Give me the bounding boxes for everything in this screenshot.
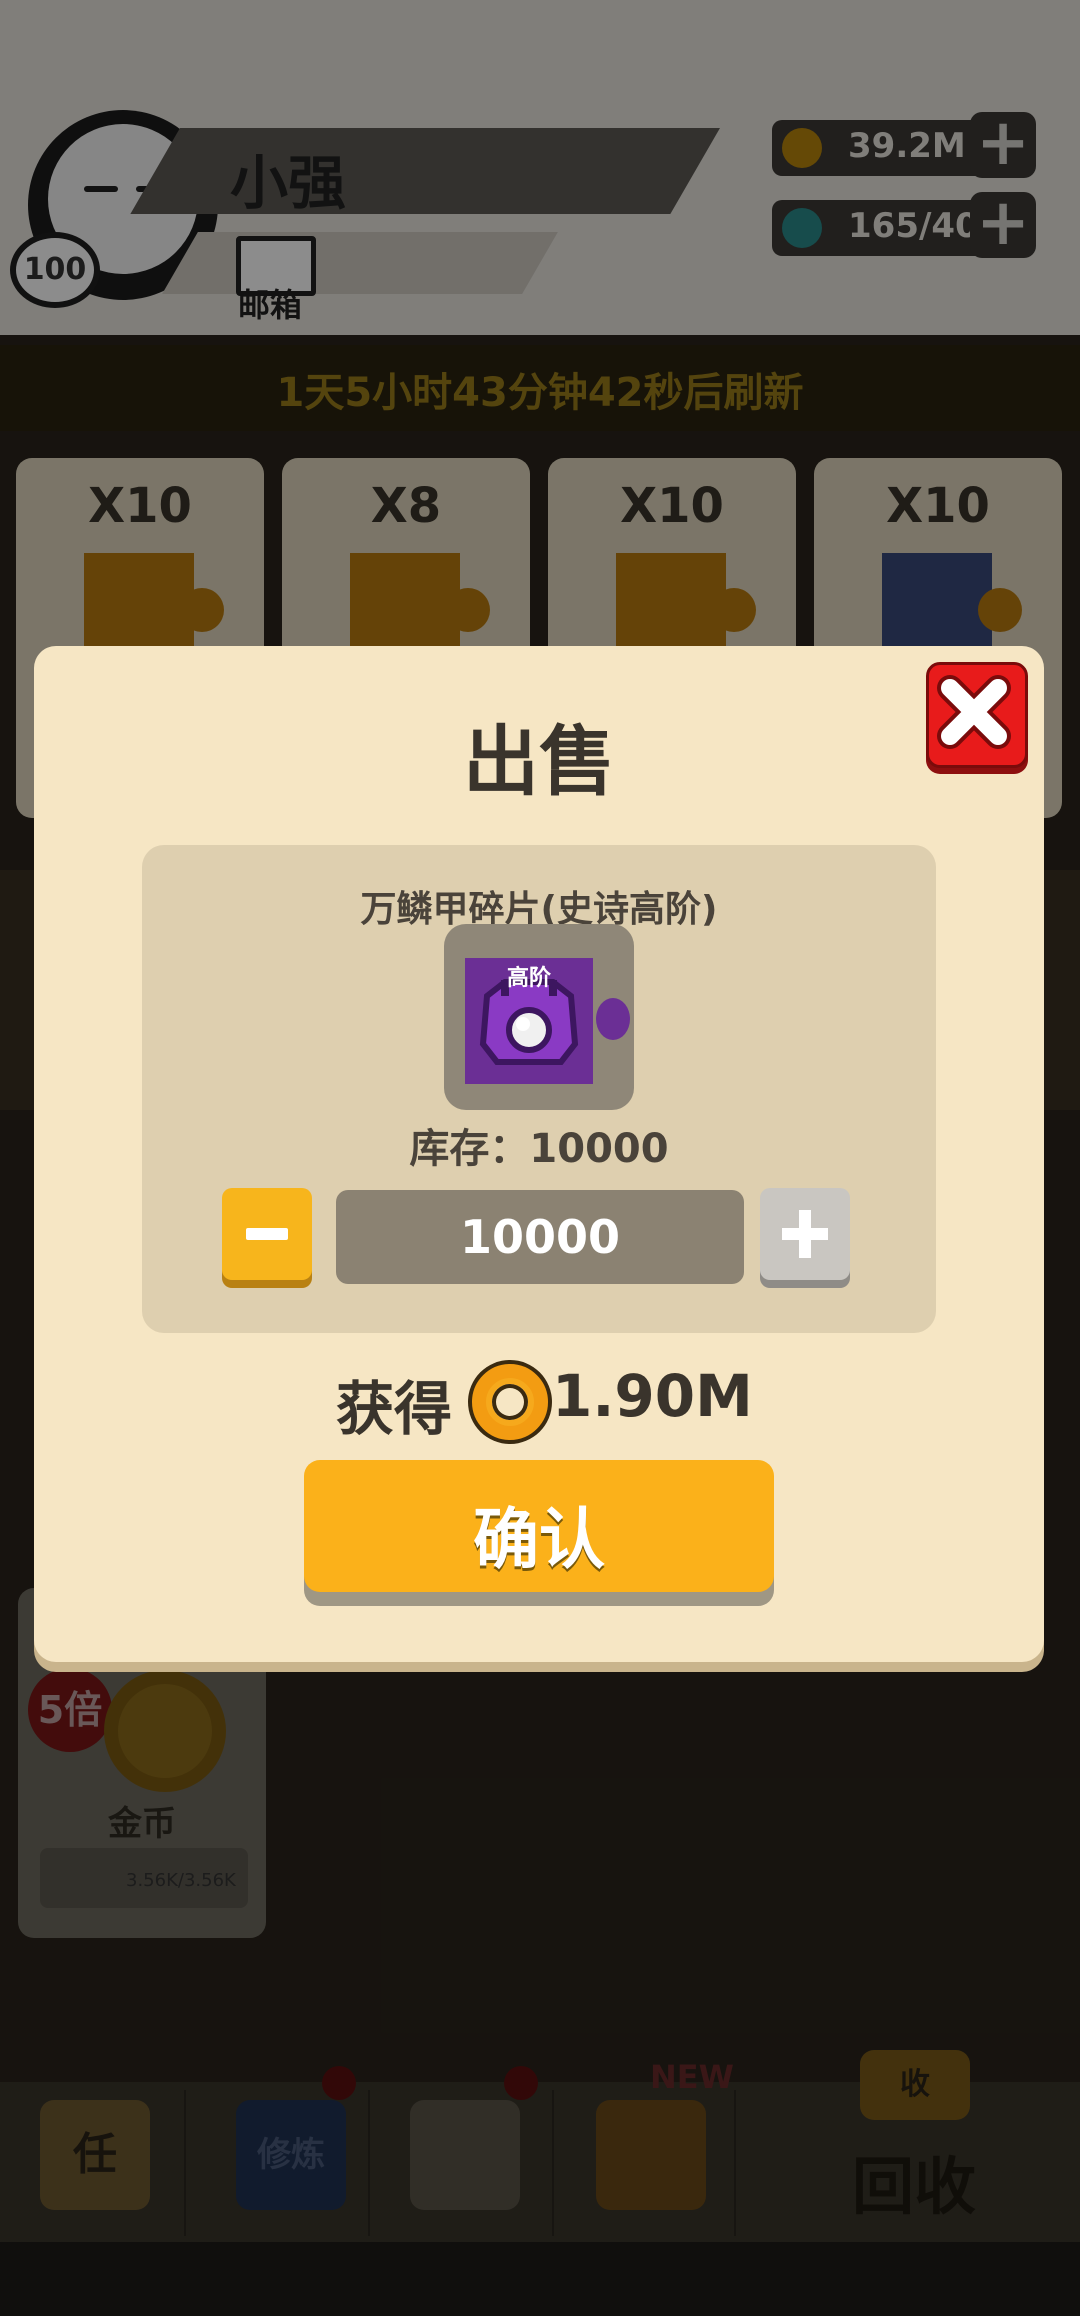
stock-text: 库存：10000 <box>409 1126 669 1172</box>
confirm-label[interactable]: 确认 <box>304 1486 774 1582</box>
dialog-title: 出售 <box>463 717 615 806</box>
reward-label: 获得 <box>336 1375 453 1443</box>
item-puzzle-tab <box>596 998 630 1040</box>
quantity-field[interactable]: 10000 <box>336 1190 744 1284</box>
item-tier-label: 高阶 <box>506 966 551 991</box>
increase-button[interactable] <box>760 1188 850 1280</box>
reward-amount: 1.90M <box>552 1362 753 1430</box>
decrease-button[interactable] <box>222 1188 312 1280</box>
coin-icon <box>472 1364 548 1440</box>
